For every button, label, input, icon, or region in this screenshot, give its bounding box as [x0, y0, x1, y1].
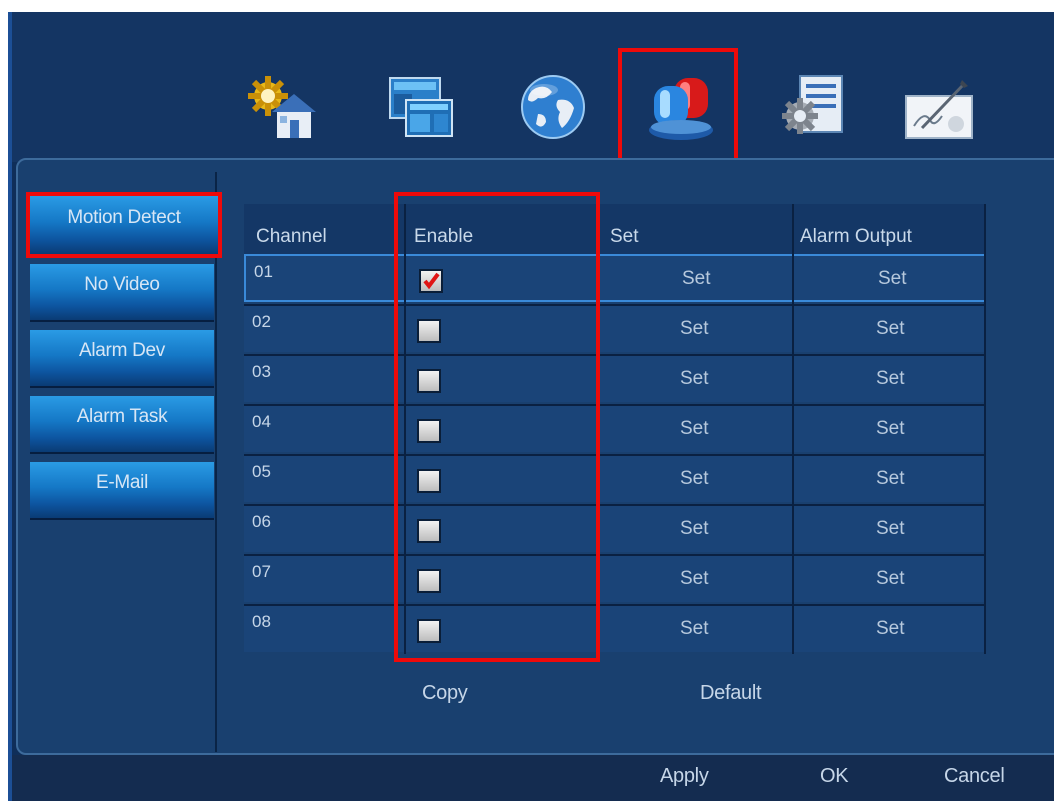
system-gear-icon[interactable]: [776, 70, 850, 144]
alarm-output-set-button[interactable]: Set: [876, 518, 905, 540]
signature-icon[interactable]: [902, 70, 976, 144]
copy-button[interactable]: Copy: [422, 682, 468, 705]
sidebar-item-alarm-task[interactable]: Alarm Task: [30, 396, 214, 454]
channel-number: 07: [252, 562, 271, 581]
set-button[interactable]: Set: [680, 518, 709, 540]
ok-button[interactable]: OK: [820, 765, 849, 788]
sidebar-item-no-video[interactable]: No Video: [30, 264, 214, 322]
set-button[interactable]: Set: [680, 568, 709, 590]
table-row[interactable]: 03 Set Set: [244, 354, 986, 402]
default-button[interactable]: Default: [700, 682, 762, 705]
cancel-button[interactable]: Cancel: [944, 765, 1005, 788]
table-row[interactable]: 05 Set Set: [244, 454, 986, 502]
table-row[interactable]: 06 Set Set: [244, 504, 986, 552]
set-button[interactable]: Set: [680, 468, 709, 490]
column-divider: [984, 204, 986, 654]
set-button[interactable]: Set: [680, 318, 709, 340]
table-row[interactable]: 01 Set Set: [244, 254, 986, 302]
home-settings-icon[interactable]: [244, 70, 318, 144]
channel-number: 01: [254, 262, 273, 281]
channel-number: 06: [252, 512, 271, 531]
sidebar-item-email[interactable]: E-Mail: [30, 462, 214, 520]
sidebar-item-label: Motion Detect: [67, 207, 181, 228]
apply-button[interactable]: Apply: [660, 765, 709, 788]
display-icon[interactable]: [384, 70, 458, 144]
column-header-alarm-output: Alarm Output: [800, 226, 912, 247]
alarm-output-set-button[interactable]: Set: [878, 268, 907, 290]
top-toolbar: [12, 12, 1054, 162]
enable-column-highlight: [394, 192, 600, 662]
channel-number: 03: [252, 362, 271, 381]
globe-icon[interactable]: [516, 70, 590, 144]
channel-number: 02: [252, 312, 271, 331]
channel-number: 05: [252, 462, 271, 481]
alarm-output-set-button[interactable]: Set: [876, 318, 905, 340]
selected-tab-highlight: [618, 48, 738, 162]
table-row[interactable]: 02 Set Set: [244, 304, 986, 352]
alarm-output-set-button[interactable]: Set: [876, 618, 905, 640]
column-header-channel: Channel: [256, 226, 327, 247]
sidebar-item-alarm-dev[interactable]: Alarm Dev: [30, 330, 214, 388]
sidebar-divider: [215, 172, 217, 752]
set-button[interactable]: Set: [680, 418, 709, 440]
bottom-bar: Apply OK Cancel: [12, 755, 1054, 801]
set-button[interactable]: Set: [680, 618, 709, 640]
alarm-output-set-button[interactable]: Set: [876, 468, 905, 490]
alarm-output-set-button[interactable]: Set: [876, 368, 905, 390]
alarm-output-set-button[interactable]: Set: [876, 418, 905, 440]
sidebar-item-label: Alarm Dev: [79, 340, 165, 361]
column-divider: [792, 204, 794, 654]
table-row[interactable]: 07 Set Set: [244, 554, 986, 602]
sidebar-item-label: Alarm Task: [76, 406, 168, 427]
sidebar-item-label: E-Mail: [95, 472, 149, 493]
column-header-set: Set: [610, 226, 639, 247]
channel-number: 04: [252, 412, 271, 431]
sidebar-item-motion-detect[interactable]: Motion Detect: [26, 192, 222, 258]
alarm-output-set-button[interactable]: Set: [876, 568, 905, 590]
table-header: Channel Enable Set Alarm Output: [244, 204, 986, 254]
alarm-settings-window: Motion Detect No Video Alarm Dev Alarm T…: [8, 12, 1054, 801]
table-row[interactable]: 08 Set Set: [244, 604, 986, 652]
set-button[interactable]: Set: [680, 368, 709, 390]
sidebar-item-label: No Video: [84, 274, 160, 295]
set-button[interactable]: Set: [682, 268, 711, 290]
table-row[interactable]: 04 Set Set: [244, 404, 986, 452]
channel-number: 08: [252, 612, 271, 631]
